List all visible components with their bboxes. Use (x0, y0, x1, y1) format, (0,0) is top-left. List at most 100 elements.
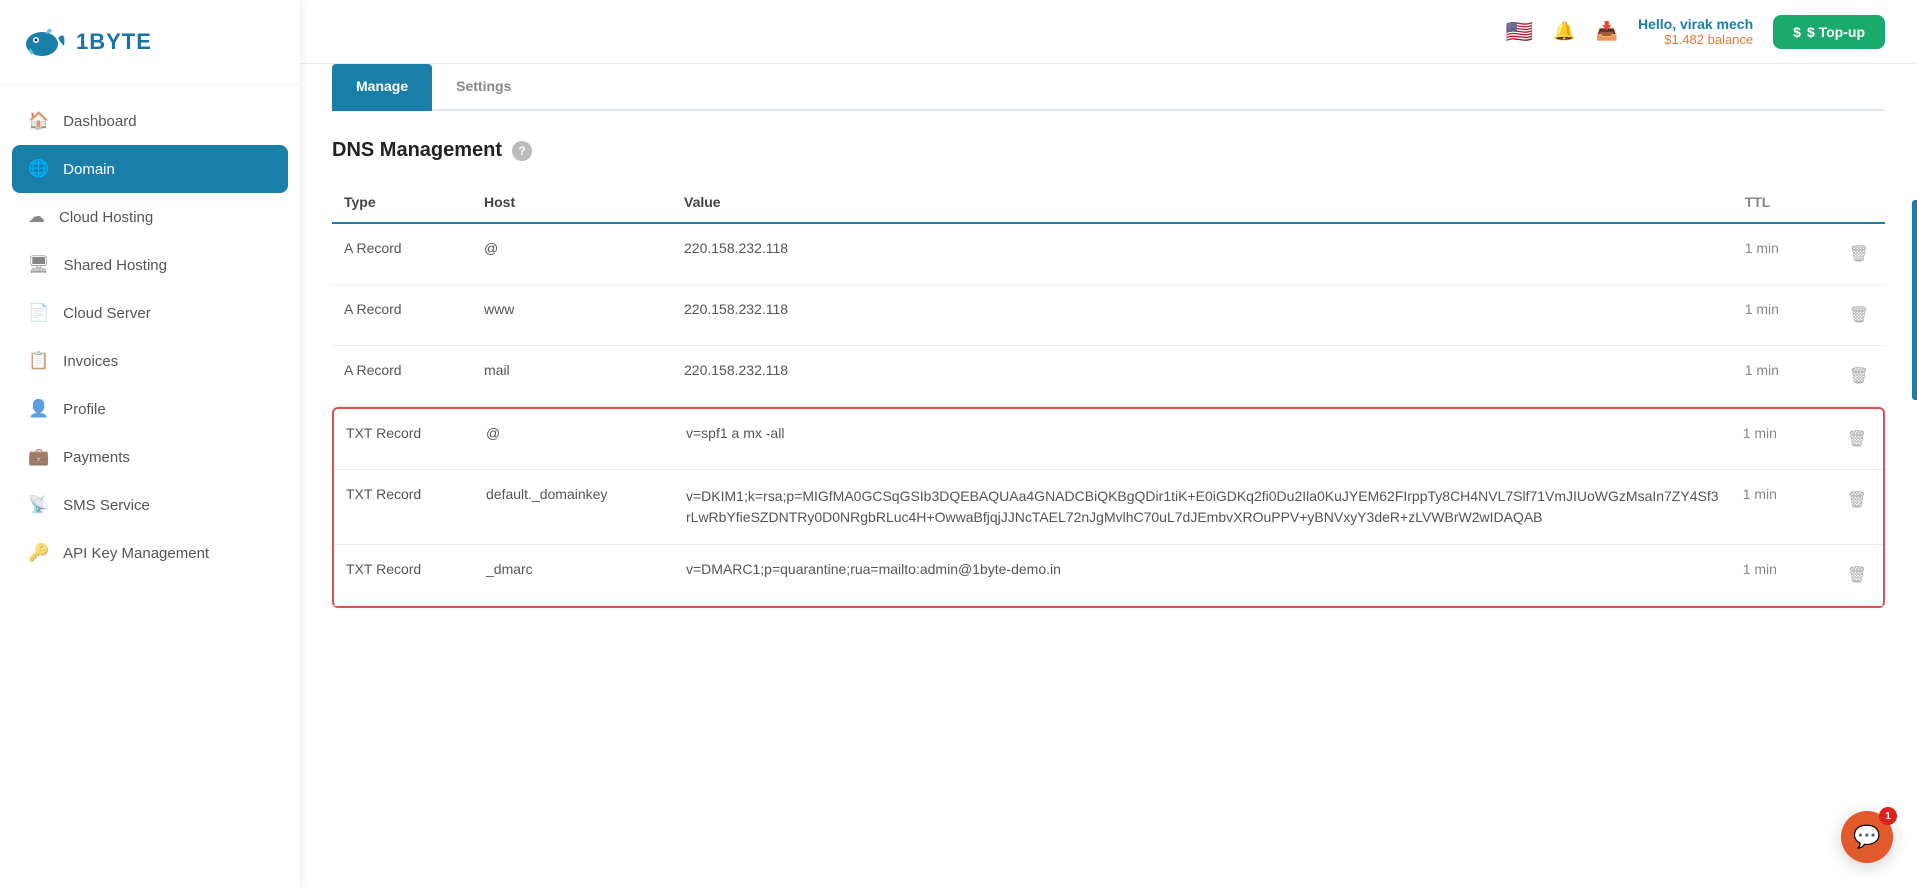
logo-area: 1BYTE (0, 0, 300, 85)
sidebar-item-domain[interactable]: 🌐 Domain (12, 145, 288, 193)
record-value: v=DKIM1;k=rsa;p=MIGfMA0GCSqGSIb3DQEBAQUA… (674, 470, 1731, 545)
record-action: 🗑 (1831, 409, 1883, 470)
record-ttl: 1 min (1731, 409, 1831, 470)
scroll-accent (1912, 200, 1917, 400)
cloud-hosting-icon: ☁ (28, 207, 45, 227)
delete-button[interactable]: 🗑 (1845, 362, 1873, 390)
sidebar-item-profile[interactable]: 👤 Profile (0, 385, 300, 433)
sidebar-item-cloud-server[interactable]: 📄 Cloud Server (0, 289, 300, 337)
content-area: Manage Settings DNS Management ? Type Ho… (300, 64, 1917, 887)
sidebar-item-cloud-hosting[interactable]: ☁ Cloud Hosting (0, 193, 300, 241)
record-host: _dmarc (474, 545, 674, 606)
table-header: Type Host Value TTL (332, 184, 1885, 223)
sidebar-item-payments[interactable]: 💼 Payments (0, 433, 300, 481)
record-ttl: 1 min (1733, 285, 1833, 346)
payments-icon: 💼 (28, 447, 49, 467)
logo-text: 1BYTE (76, 29, 152, 55)
tabs-row: Manage Settings (332, 64, 1885, 111)
record-action: 🗑 (1831, 470, 1883, 545)
record-value: v=spf1 a mx -all (674, 409, 1731, 470)
shared-hosting-icon: 🖥 (28, 255, 50, 275)
record-ttl: 1 min (1733, 223, 1833, 285)
dns-management-title: DNS Management (332, 139, 502, 162)
header-row: Type Host Value TTL (332, 184, 1885, 223)
col-ttl: TTL (1733, 184, 1833, 223)
record-host: @ (474, 409, 674, 470)
sidebar-item-shared-hosting[interactable]: 🖥 Shared Hosting (0, 241, 300, 289)
tab-manage[interactable]: Manage (332, 64, 432, 111)
delete-button[interactable]: 🗑 (1845, 240, 1873, 268)
record-action: 🗑 (1833, 346, 1885, 407)
flag-icon[interactable]: 🇺🇸 (1506, 19, 1533, 45)
user-balance: $1.482 balance (1664, 32, 1753, 47)
record-type: A Record (332, 346, 472, 407)
highlighted-body: TXT Record @ v=spf1 a mx -all 1 min 🗑 TX… (334, 409, 1883, 606)
invoices-icon: 📋 (28, 351, 49, 371)
record-action: 🗑 (1833, 285, 1885, 346)
delete-button[interactable]: 🗑 (1843, 561, 1871, 589)
api-key-icon: 🔑 (28, 543, 49, 563)
sidebar-label-payments: Payments (63, 449, 130, 466)
record-action: 🗑 (1833, 223, 1885, 285)
record-type: A Record (332, 285, 472, 346)
table-row: TXT Record _dmarc v=DMARC1;p=quarantine;… (334, 545, 1883, 606)
sidebar-label-api-key: API Key Management (63, 545, 209, 562)
chat-badge: 1 (1879, 807, 1897, 825)
record-ttl: 1 min (1731, 470, 1831, 545)
download-icon[interactable]: 📥 (1596, 21, 1618, 42)
sidebar-item-dashboard[interactable]: 🏠 Dashboard (0, 97, 300, 145)
topup-button[interactable]: $ $ Top-up (1773, 15, 1885, 49)
record-value: v=DMARC1;p=quarantine;rua=mailto:admin@1… (674, 545, 1731, 606)
user-greeting: Hello, virak mech (1638, 16, 1753, 32)
notification-icon[interactable]: 🔔 (1553, 21, 1575, 42)
sidebar-label-dashboard: Dashboard (63, 113, 136, 130)
table-row: A Record www 220.158.232.118 1 min 🗑 (332, 285, 1885, 346)
delete-button[interactable]: 🗑 (1843, 425, 1871, 453)
record-action: 🗑 (1831, 545, 1883, 606)
record-type: A Record (332, 223, 472, 285)
tab-manage-label: Manage (356, 78, 408, 94)
user-info: Hello, virak mech $1.482 balance (1638, 16, 1753, 47)
table-row: A Record @ 220.158.232.118 1 min 🗑 (332, 223, 1885, 285)
sidebar-label-cloud-server: Cloud Server (63, 305, 151, 322)
table-row: TXT Record @ v=spf1 a mx -all 1 min 🗑 (334, 409, 1883, 470)
table-row: A Record mail 220.158.232.118 1 min 🗑 (332, 346, 1885, 407)
sidebar-item-api-key[interactable]: 🔑 API Key Management (0, 529, 300, 577)
sidebar-label-invoices: Invoices (63, 353, 118, 370)
tab-settings[interactable]: Settings (432, 64, 535, 111)
record-type: TXT Record (334, 470, 474, 545)
sidebar: 1BYTE 🏠 Dashboard 🌐 Domain ☁ Cloud Hosti… (0, 0, 300, 887)
sidebar-item-sms-service[interactable]: 📡 SMS Service (0, 481, 300, 529)
record-host: default._domainkey (474, 470, 674, 545)
table-row: TXT Record default._domainkey v=DKIM1;k=… (334, 470, 1883, 545)
logo-icon (20, 18, 68, 66)
record-host: @ (472, 223, 672, 285)
sidebar-label-sms-service: SMS Service (63, 497, 150, 514)
delete-button[interactable]: 🗑 (1843, 486, 1871, 514)
record-type: TXT Record (334, 409, 474, 470)
record-value: 220.158.232.118 (672, 285, 1733, 346)
sidebar-label-cloud-hosting: Cloud Hosting (59, 209, 153, 226)
record-host: www (472, 285, 672, 346)
sms-icon: 📡 (28, 495, 49, 515)
topbar: 🇺🇸 🔔 📥 Hello, virak mech $1.482 balance … (300, 0, 1917, 64)
dns-table-highlighted: TXT Record @ v=spf1 a mx -all 1 min 🗑 TX… (334, 409, 1883, 606)
sidebar-item-invoices[interactable]: 📋 Invoices (0, 337, 300, 385)
main-area: 🇺🇸 🔔 📥 Hello, virak mech $1.482 balance … (300, 0, 1917, 887)
sidebar-label-domain: Domain (63, 161, 115, 178)
record-host: mail (472, 346, 672, 407)
help-icon[interactable]: ? (512, 141, 532, 161)
topup-icon: $ (1793, 24, 1801, 40)
table-body: A Record @ 220.158.232.118 1 min 🗑 A Rec… (332, 223, 1885, 407)
tab-settings-label: Settings (456, 78, 511, 94)
content-inner: Manage Settings DNS Management ? Type Ho… (300, 64, 1917, 887)
section-title: DNS Management ? (332, 139, 1885, 162)
dns-table: Type Host Value TTL A Record @ 220.158.2… (332, 184, 1885, 407)
delete-button[interactable]: 🗑 (1845, 301, 1873, 329)
record-value: 220.158.232.118 (672, 346, 1733, 407)
chat-bubble[interactable]: 💬 1 (1841, 811, 1893, 863)
col-host: Host (472, 184, 672, 223)
profile-icon: 👤 (28, 399, 49, 419)
record-type: TXT Record (334, 545, 474, 606)
col-value: Value (672, 184, 1733, 223)
